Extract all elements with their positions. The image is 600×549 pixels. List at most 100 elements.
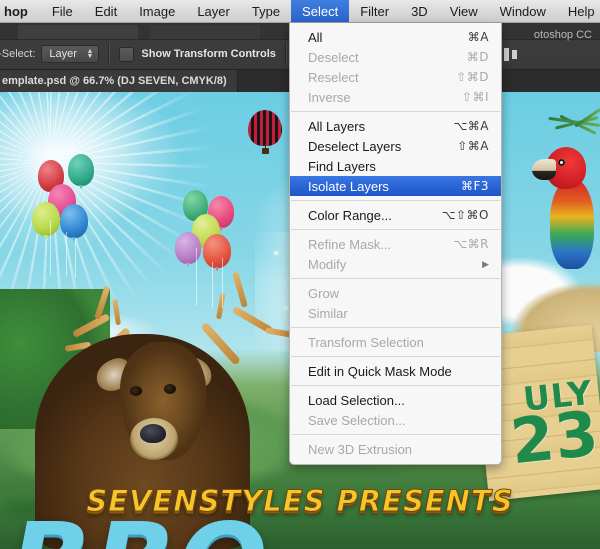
parrot-eye: [558, 159, 565, 166]
menu-separator: [291, 356, 500, 357]
menu-item-isolate-layers[interactable]: Isolate Layers ⌘F3: [290, 176, 501, 196]
menu-item-label: Similar: [308, 305, 348, 321]
menu-layer[interactable]: Layer: [186, 0, 241, 22]
menu-item-similar[interactable]: Similar: [290, 303, 501, 323]
menu-item-shortcut: ⌥⌘R: [453, 237, 489, 251]
menu-item-label: Find Layers: [308, 158, 376, 174]
menu-item-shortcut: ⇧⌘I: [461, 90, 489, 104]
menu-item-shortcut: ⇧⌘D: [456, 70, 489, 84]
menu-item-shortcut: ⌘D: [466, 50, 489, 64]
document-tab[interactable]: emplate.psd @ 66.7% (DJ SEVEN, CMYK/8): [0, 70, 238, 92]
menu-item-label: Isolate Layers: [308, 178, 389, 194]
menu-item-grow[interactable]: Grow: [290, 283, 501, 303]
menu-app-name[interactable]: hop: [0, 0, 41, 22]
menu-item-shortcut: ⇧⌘A: [457, 139, 489, 153]
menu-item-label: Modify: [308, 256, 347, 272]
balloon-string: [212, 262, 213, 308]
menu-separator: [291, 327, 500, 328]
deer-nose: [140, 424, 166, 443]
menu-select[interactable]: Select: [291, 0, 350, 22]
menu-item-find-layers[interactable]: Find Layers: [290, 156, 501, 176]
menu-item-new-3d-extrusion[interactable]: New 3D Extrusion: [290, 439, 501, 459]
balloon: [68, 154, 94, 186]
menu-item-refine-mask[interactable]: Refine Mask... ⌥⌘R: [290, 234, 501, 254]
panel-tab-stub-1[interactable]: [18, 25, 138, 39]
hot-air-balloon-envelope: [248, 110, 282, 146]
palm-leaf: [530, 102, 600, 152]
balloon: [175, 232, 201, 264]
menu-separator: [291, 278, 500, 279]
menu-item-deselect[interactable]: Deselect ⌘D: [290, 47, 501, 67]
show-transform-controls-label: Show Transform Controls: [141, 48, 276, 60]
menu-item-shortcut: ⌘F3: [460, 179, 489, 193]
menu-item-label: Refine Mask...: [308, 236, 392, 252]
menu-filter[interactable]: Filter: [349, 0, 400, 22]
chevron-updown-icon: ▲ ▼: [86, 48, 94, 60]
menu-window[interactable]: Window: [489, 0, 557, 22]
menu-item-label: Deselect Layers: [308, 138, 402, 154]
menu-separator: [291, 229, 500, 230]
parrot-beak: [532, 159, 556, 180]
menu-item-label: Inverse: [308, 89, 351, 105]
submenu-arrow-icon: ▶: [482, 258, 489, 269]
menu-separator: [291, 385, 500, 386]
sign-day-text: 23: [507, 396, 600, 479]
balloon-string: [75, 238, 76, 278]
show-transform-controls-checkbox[interactable]: [119, 46, 135, 62]
menu-file[interactable]: File: [41, 0, 84, 22]
app-title-label: otoshop CC: [533, 29, 592, 41]
menu-item-save-selection[interactable]: Save Selection...: [290, 410, 501, 430]
menu-item-label: All: [308, 29, 323, 45]
menu-separator: [291, 434, 500, 435]
options-separator-1: [108, 43, 111, 65]
distribute-icon[interactable]: [503, 47, 520, 62]
menu-item-all[interactable]: All ⌘A: [290, 27, 501, 47]
balloon: [32, 202, 60, 236]
menu-item-deselect-layers[interactable]: Deselect Layers ⇧⌘A: [290, 136, 501, 156]
menu-item-label: Grow: [308, 285, 340, 301]
deer-eye-right: [164, 384, 176, 394]
menu-separator: [291, 200, 500, 201]
menu-item-label: Load Selection...: [308, 392, 405, 408]
menu-item-label: Deselect: [308, 49, 359, 65]
menu-help[interactable]: Help: [557, 0, 600, 22]
menu-item-label: New 3D Extrusion: [308, 441, 413, 457]
balloon-string: [222, 258, 223, 308]
auto-select-label: o-Select:: [0, 48, 36, 60]
menu-item-reselect[interactable]: Reselect ⇧⌘D: [290, 67, 501, 87]
menu-item-label: Color Range...: [308, 207, 392, 223]
menu-item-shortcut: ⌘A: [467, 30, 489, 44]
menu-item-label: Reselect: [308, 69, 359, 85]
menu-item-transform-selection[interactable]: Transform Selection: [290, 332, 501, 352]
menu-separator: [291, 111, 500, 112]
balloon: [203, 234, 231, 268]
menu-image[interactable]: Image: [128, 0, 186, 22]
auto-select-dropdown[interactable]: Layer ▲ ▼: [41, 45, 100, 63]
options-separator-2: [284, 43, 287, 65]
menu-item-label: Save Selection...: [308, 412, 406, 428]
menu-item-inverse[interactable]: Inverse ⇧⌘I: [290, 87, 501, 107]
menu-item-load-selection[interactable]: Load Selection...: [290, 390, 501, 410]
hot-air-balloon: [248, 110, 282, 154]
menu-edit[interactable]: Edit: [84, 0, 128, 22]
menu-view[interactable]: View: [439, 0, 489, 22]
deer-eye-left: [130, 386, 142, 396]
menu-bar: hop File Edit Image Layer Type Select Fi…: [0, 0, 600, 23]
select-menu-dropdown[interactable]: All ⌘A Deselect ⌘D Reselect ⇧⌘D Inverse …: [289, 23, 502, 465]
parrot-body: [550, 179, 594, 269]
menu-item-shortcut: ⌥⌘A: [453, 119, 489, 133]
menu-type[interactable]: Type: [241, 0, 291, 22]
photoshop-window: hop File Edit Image Layer Type Select Fi…: [0, 0, 600, 549]
panel-tab-stub-2[interactable]: [150, 25, 260, 39]
auto-select-value: Layer: [49, 48, 77, 60]
balloon-string: [50, 220, 51, 275]
balloon-string: [196, 248, 197, 306]
parrot: [528, 147, 598, 272]
menu-3d[interactable]: 3D: [400, 0, 439, 22]
menu-item-label: Edit in Quick Mask Mode: [308, 363, 452, 379]
big-title-text: BBQ: [10, 510, 271, 549]
menu-item-all-layers[interactable]: All Layers ⌥⌘A: [290, 116, 501, 136]
menu-item-edit-in-quick-mask-mode[interactable]: Edit in Quick Mask Mode: [290, 361, 501, 381]
menu-item-color-range[interactable]: Color Range... ⌥⇧⌘O: [290, 205, 501, 225]
menu-item-modify[interactable]: Modify ▶: [290, 254, 501, 274]
